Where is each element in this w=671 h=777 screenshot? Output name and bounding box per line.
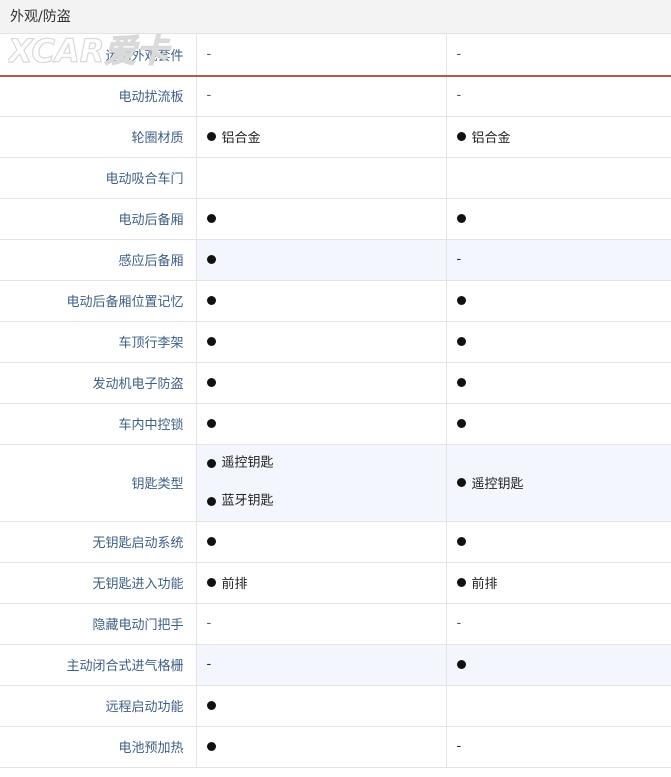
standard-dot-icon — [456, 578, 466, 587]
row-label: 发动机电子防盗 — [0, 362, 197, 404]
spec-page: 外观/防盗 运动外观套件 - - 电动扰流板 - - 轮圈材质 铝合金 铝合金 … — [0, 0, 671, 777]
row-label: 主动闭合式进气格栅 — [0, 644, 197, 686]
standard-dot-icon — [206, 132, 216, 141]
table-row: 无钥匙启动系统 — [0, 521, 671, 563]
table-row: 主动闭合式进气格栅 - — [0, 644, 671, 686]
row-value-trim-1 — [196, 198, 447, 240]
standard-dot-icon — [206, 255, 216, 264]
standard-dot-icon — [456, 660, 466, 669]
row-value-trim-2: - — [446, 75, 671, 117]
row-value-trim-1 — [196, 362, 447, 404]
row-value-trim-1 — [196, 239, 447, 281]
table-row: 无钥匙进入功能 前排 前排 — [0, 562, 671, 604]
table-row: 轮圈材质 铝合金 铝合金 — [0, 116, 671, 158]
table-row: 电动吸合车门 — [0, 157, 671, 199]
section-title: 外观/防盗 — [10, 9, 71, 25]
row-label: 车内中控锁 — [0, 403, 197, 445]
row-value-trim-1 — [196, 157, 447, 199]
row-label: 电动扰流板 — [0, 75, 197, 117]
standard-dot-icon — [206, 337, 216, 346]
row-value-trim-2: - — [446, 239, 671, 281]
standard-dot-icon — [456, 214, 466, 223]
standard-dot-icon — [206, 378, 216, 387]
row-value-trim-2 — [446, 685, 671, 727]
row-value-trim-1: - — [196, 603, 447, 645]
row-value-trim-1 — [196, 521, 447, 563]
table-row: 车顶行李架 — [0, 321, 671, 363]
standard-dot-icon — [456, 337, 466, 346]
row-value-trim-1: - — [196, 75, 447, 117]
row-value-trim-1 — [196, 321, 447, 363]
standard-dot-icon — [206, 214, 216, 223]
standard-dot-icon — [206, 742, 216, 751]
section-header: 外观/防盗 — [0, 0, 671, 34]
row-value-trim-2: - — [446, 34, 671, 76]
table-row: 电动后备厢位置记忆 — [0, 280, 671, 322]
standard-dot-icon — [206, 537, 216, 546]
standard-dot-icon — [206, 296, 216, 305]
row-label: 电动后备厢位置记忆 — [0, 280, 197, 322]
row-label: 钥匙类型 — [0, 444, 197, 522]
row-value-trim-2: 前排 — [446, 562, 671, 604]
table-row: 车内中控锁 — [0, 403, 671, 445]
row-value-trim-2 — [446, 280, 671, 322]
row-value-trim-2: 铝合金 — [446, 116, 671, 158]
standard-dot-icon — [456, 378, 466, 387]
standard-dot-icon — [456, 537, 466, 546]
row-label: 电动后备厢 — [0, 198, 197, 240]
spec-table: 运动外观套件 - - 电动扰流板 - - 轮圈材质 铝合金 铝合金 电动吸合车门… — [0, 34, 671, 768]
row-value-trim-1: 铝合金 — [196, 116, 447, 158]
row-value-trim-2: - — [446, 603, 671, 645]
standard-dot-icon — [206, 578, 216, 587]
row-value-trim-1 — [196, 685, 447, 727]
row-label: 电动吸合车门 — [0, 157, 197, 199]
row-value-trim-1: 前排 — [196, 562, 447, 604]
table-row: 隐藏电动门把手 - - — [0, 603, 671, 645]
row-label: 无钥匙启动系统 — [0, 521, 197, 563]
table-row: 电池预加热 - — [0, 726, 671, 768]
row-label: 无钥匙进入功能 — [0, 562, 197, 604]
table-row: 运动外观套件 - - — [0, 34, 671, 76]
row-value-trim-2 — [446, 321, 671, 363]
row-value-trim-1: - — [196, 34, 447, 76]
row-label: 运动外观套件 — [0, 34, 197, 76]
row-value-trim-1 — [196, 403, 447, 445]
row-label: 电池预加热 — [0, 726, 197, 768]
row-label: 车顶行李架 — [0, 321, 197, 363]
row-value-trim-2 — [446, 644, 671, 686]
row-value-trim-2 — [446, 198, 671, 240]
row-value-trim-2 — [446, 362, 671, 404]
standard-dot-icon — [456, 478, 466, 487]
row-value-trim-2: 遥控钥匙 — [446, 444, 671, 522]
row-value-trim-1 — [196, 726, 447, 768]
row-value-trim-2: - — [446, 726, 671, 768]
row-value-trim-1: 遥控钥匙 蓝牙钥匙 — [196, 444, 447, 522]
table-row: 钥匙类型 遥控钥匙 蓝牙钥匙 遥控钥匙 — [0, 444, 671, 522]
table-row: 发动机电子防盗 — [0, 362, 671, 404]
standard-dot-icon — [456, 296, 466, 305]
standard-dot-icon — [206, 497, 216, 506]
table-row: 远程启动功能 — [0, 685, 671, 727]
row-label: 隐藏电动门把手 — [0, 603, 197, 645]
table-row: 感应后备厢 - — [0, 239, 671, 281]
standard-dot-icon — [456, 132, 466, 141]
standard-dot-icon — [206, 419, 216, 428]
accent-divider — [0, 75, 671, 77]
standard-dot-icon — [456, 419, 466, 428]
row-label: 轮圈材质 — [0, 116, 197, 158]
row-value-trim-1: - — [196, 644, 447, 686]
row-label: 感应后备厢 — [0, 239, 197, 281]
row-value-trim-2 — [446, 157, 671, 199]
table-row: 电动扰流板 - - — [0, 75, 671, 117]
row-value-trim-2 — [446, 521, 671, 563]
standard-dot-icon — [206, 459, 216, 468]
table-row: 电动后备厢 — [0, 198, 671, 240]
row-value-trim-2 — [446, 403, 671, 445]
row-value-trim-1 — [196, 280, 447, 322]
row-label: 远程启动功能 — [0, 685, 197, 727]
standard-dot-icon — [206, 701, 216, 710]
